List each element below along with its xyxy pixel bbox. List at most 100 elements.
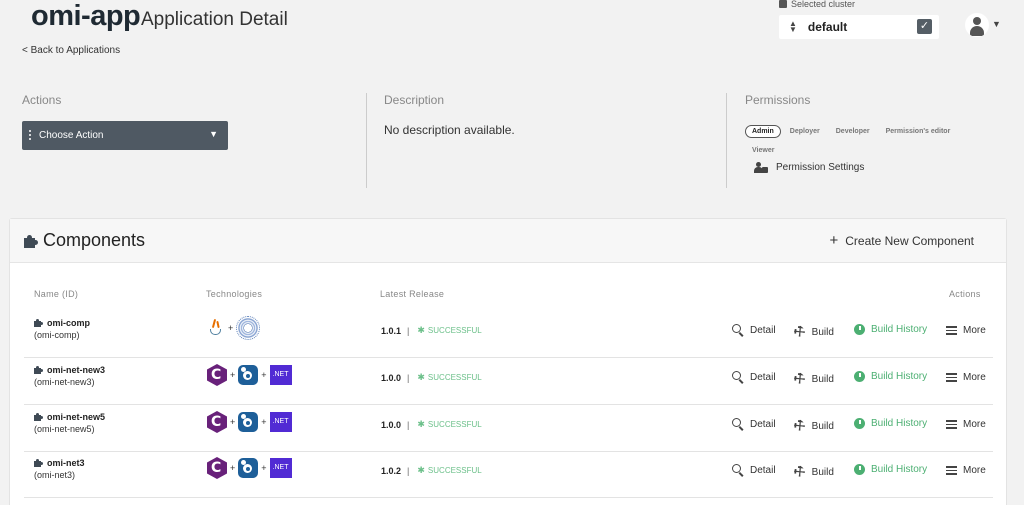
actions-panel: Actions Choose Action ▼ bbox=[22, 93, 352, 188]
plus-icon: + bbox=[829, 232, 839, 249]
tech-blue-icon bbox=[238, 458, 259, 478]
technologies: C + + .NET bbox=[207, 410, 292, 434]
column-header-technologies: Technologies bbox=[206, 289, 263, 299]
status-badge: ✱ SUCCESSFUL bbox=[417, 419, 482, 429]
build-button[interactable]: ⚒ Build bbox=[790, 416, 834, 435]
component-id: (omi-net-new3) bbox=[34, 377, 95, 387]
zoom-icon bbox=[732, 464, 744, 477]
build-history-button[interactable]: Build History bbox=[854, 464, 927, 475]
hammer-icon: ⚒ bbox=[790, 322, 809, 342]
cluster-select[interactable]: ▲ ▼ default ✓ bbox=[779, 15, 939, 39]
choose-action-label: Choose Action bbox=[39, 130, 104, 141]
more-button[interactable]: More bbox=[946, 464, 986, 477]
puzzle-icon bbox=[34, 413, 43, 421]
create-new-component-button[interactable]: + Create New Component bbox=[829, 232, 975, 249]
tech-burst-icon bbox=[236, 316, 261, 340]
kebab-icon bbox=[29, 130, 31, 142]
database-icon bbox=[779, 0, 787, 8]
zoom-icon bbox=[732, 371, 744, 384]
more-button[interactable]: More bbox=[946, 324, 986, 337]
permissions-title: Permissions bbox=[745, 93, 811, 107]
table-row: omi-net-new3 (omi-net-new3) C + + .NET 1.0.… bbox=[24, 358, 993, 405]
column-header-latest-release: Latest Release bbox=[380, 289, 445, 299]
java-icon bbox=[207, 317, 225, 339]
role-tab-deployer[interactable]: Deployer bbox=[783, 125, 827, 138]
status-badge: ✱ SUCCESSFUL bbox=[417, 372, 482, 382]
dotnet-icon: .NET bbox=[269, 412, 292, 432]
column-header-actions: Actions bbox=[949, 289, 981, 299]
column-header-name: Name (ID) bbox=[34, 289, 79, 299]
selected-cluster-label: Selected cluster bbox=[779, 0, 855, 9]
sort-arrows-icon: ▲ ▼ bbox=[789, 19, 797, 34]
component-name[interactable]: omi-net-new5 bbox=[34, 412, 105, 422]
tech-plus: + bbox=[230, 370, 236, 380]
chevron-down-icon[interactable]: ▼ bbox=[992, 19, 1001, 29]
status-badge: ✱ SUCCESSFUL bbox=[417, 465, 482, 475]
app-name: omi-app bbox=[31, 0, 141, 32]
tech-plus: + bbox=[228, 323, 234, 333]
role-tab-permissions-editor[interactable]: Permission's editor bbox=[879, 125, 958, 138]
page-subtitle: Application Detail bbox=[141, 9, 288, 30]
status-badge: ✱ SUCCESSFUL bbox=[417, 325, 482, 335]
success-icon: ✱ bbox=[417, 465, 425, 475]
clock-icon bbox=[854, 371, 865, 382]
detail-button[interactable]: Detail bbox=[732, 464, 776, 477]
more-button[interactable]: More bbox=[946, 418, 986, 431]
description-panel: Description No description available. bbox=[366, 93, 721, 188]
menu-icon bbox=[946, 418, 957, 431]
dotnet-icon: .NET bbox=[269, 458, 292, 478]
user-avatar[interactable] bbox=[965, 13, 989, 37]
tech-plus: + bbox=[261, 463, 267, 473]
create-new-component-label: Create New Component bbox=[845, 234, 974, 248]
role-tab-viewer[interactable]: Viewer bbox=[745, 144, 781, 157]
check-icon[interactable]: ✓ bbox=[917, 19, 932, 34]
component-name[interactable]: omi-net-new3 bbox=[34, 365, 105, 375]
release-version: 1.0.2 bbox=[381, 465, 402, 476]
detail-button[interactable]: Detail bbox=[732, 324, 776, 337]
table-row: omi-net-new5 (omi-net-new5) C + + .NET 1.0.… bbox=[24, 405, 993, 452]
puzzle-icon bbox=[34, 459, 43, 467]
success-icon: ✱ bbox=[417, 419, 425, 429]
detail-button[interactable]: Detail bbox=[732, 371, 776, 384]
selected-cluster-text: Selected cluster bbox=[791, 0, 856, 9]
latest-release: 1.0.2 | ✱ SUCCESSFUL bbox=[381, 465, 482, 476]
build-button[interactable]: ⚒ Build bbox=[790, 322, 834, 341]
release-separator: | bbox=[407, 419, 410, 430]
build-button[interactable]: ⚒ Build bbox=[790, 369, 834, 388]
components-header: Components + Create New Component bbox=[10, 219, 1006, 263]
release-separator: | bbox=[407, 465, 410, 476]
clock-icon bbox=[854, 418, 865, 429]
csharp-icon: C bbox=[207, 364, 227, 386]
more-button[interactable]: More bbox=[946, 371, 986, 384]
component-name[interactable]: omi-net3 bbox=[34, 458, 85, 468]
clock-icon bbox=[854, 324, 865, 335]
build-history-button[interactable]: Build History bbox=[854, 324, 927, 335]
success-icon: ✱ bbox=[417, 372, 425, 382]
release-version: 1.0.0 bbox=[381, 372, 402, 383]
build-history-button[interactable]: Build History bbox=[854, 418, 927, 429]
technologies: C + + .NET bbox=[207, 363, 292, 387]
puzzle-icon bbox=[34, 366, 43, 374]
build-history-button[interactable]: Build History bbox=[854, 371, 927, 382]
permission-settings-link[interactable]: Permission Settings bbox=[754, 162, 864, 173]
detail-button[interactable]: Detail bbox=[732, 418, 776, 431]
table-row: omi-net3 (omi-net3) C + + .NET 1.0.2 | ✱ SU… bbox=[24, 451, 993, 498]
choose-action-dropdown[interactable]: Choose Action ▼ bbox=[22, 121, 228, 150]
latest-release: 1.0.1 | ✱ SUCCESSFUL bbox=[381, 325, 482, 336]
cluster-value: default bbox=[807, 20, 848, 34]
clock-icon bbox=[854, 464, 865, 475]
latest-release: 1.0.0 | ✱ SUCCESSFUL bbox=[381, 419, 482, 430]
csharp-icon: C bbox=[207, 411, 227, 433]
actions-title: Actions bbox=[22, 93, 62, 107]
role-tabs: Admin Deployer Developer Permission's ed… bbox=[745, 125, 985, 157]
user-icon bbox=[973, 17, 981, 25]
component-name[interactable]: omi-comp bbox=[34, 318, 90, 328]
role-tab-admin[interactable]: Admin bbox=[745, 125, 781, 138]
chevron-down-icon: ▼ bbox=[209, 129, 218, 139]
build-button[interactable]: ⚒ Build bbox=[790, 462, 834, 481]
menu-icon bbox=[946, 371, 957, 384]
role-tab-developer[interactable]: Developer bbox=[829, 125, 877, 138]
table-row: omi-comp (omi-comp) + 1.0.1 | ✱ SUCCESSF… bbox=[24, 311, 993, 358]
back-to-applications-link[interactable]: < Back to Applications bbox=[22, 45, 120, 56]
puzzle-icon bbox=[34, 319, 43, 327]
